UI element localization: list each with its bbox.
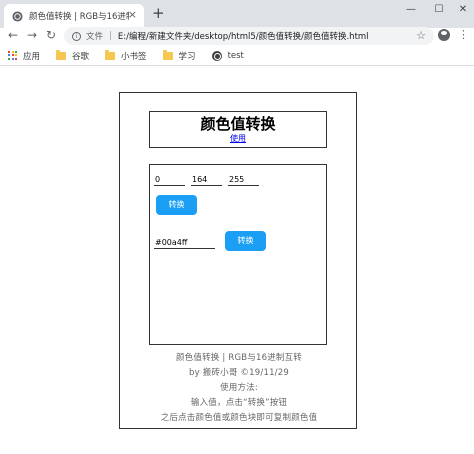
bookmark-folder-bookmarklets[interactable]: 小书签 bbox=[105, 49, 147, 62]
green-input[interactable] bbox=[191, 174, 222, 186]
converter-panel: 转换 转换 bbox=[149, 164, 327, 345]
bookmark-folder-study[interactable]: 学习 bbox=[162, 49, 196, 62]
bookmark-apps[interactable]: 应用 bbox=[8, 50, 40, 62]
apps-icon bbox=[8, 50, 18, 61]
footer-info: 颜色值转换 | RGB与16进制互转 by 搬砖小哥 ©19/11/29 使用方… bbox=[120, 351, 358, 426]
browser-tab-active[interactable]: 颜色值转换 | RGB与16进制互转 × bbox=[4, 4, 144, 28]
folder-icon bbox=[105, 49, 116, 60]
browser-toolbar: ← → ↻ i 文件 | E:/编程/新建文件夹/desktop/html5/颜… bbox=[0, 27, 474, 46]
menu-icon[interactable]: ⋮ bbox=[458, 28, 469, 42]
globe-icon bbox=[12, 10, 23, 22]
header-box: 颜色值转换 使用 bbox=[149, 111, 327, 148]
folder-icon bbox=[56, 49, 67, 60]
file-label: 文件 bbox=[86, 32, 104, 42]
bookmark-label: 小书签 bbox=[121, 51, 147, 62]
url-text: E:/编程/新建文件夹/desktop/html5/颜色值转换/颜色值转换.ht… bbox=[117, 32, 369, 42]
folder-icon bbox=[162, 49, 173, 60]
info-icon[interactable]: i bbox=[72, 31, 81, 41]
footer-line: 输入值，点击“转换”按钮 bbox=[190, 398, 288, 408]
bookmarks-bar: 应用 谷歌 小书签 学习 test bbox=[0, 46, 474, 66]
footer-line: by 搬砖小哥 ©19/11/29 bbox=[189, 368, 289, 378]
new-tab-icon[interactable]: + bbox=[152, 5, 165, 21]
convert-hex-button[interactable]: 转换 bbox=[225, 231, 266, 251]
convert-rgb-button[interactable]: 转换 bbox=[156, 195, 197, 215]
red-input[interactable] bbox=[154, 174, 185, 186]
profile-icon[interactable] bbox=[438, 29, 450, 41]
footer-line: 使用方法: bbox=[220, 383, 258, 393]
app-container: 颜色值转换 使用 转换 转换 颜色值转换 | RGB与16进制互转 by 搬砖小… bbox=[119, 92, 357, 429]
tab-close-icon[interactable]: × bbox=[128, 9, 137, 21]
minimize-icon[interactable]: — bbox=[396, 0, 426, 18]
tab-title: 颜色值转换 | RGB与16进制互转 bbox=[29, 12, 129, 22]
forward-arrow-icon[interactable]: → bbox=[25, 28, 39, 44]
footer-line: 颜色值转换 | RGB与16进制互转 bbox=[175, 353, 302, 363]
globe-icon bbox=[211, 50, 222, 61]
tab-strip: 颜色值转换 | RGB与16进制互转 × + — ☐ ✕ bbox=[0, 0, 474, 28]
footer-line: 之后点击颜色值或颜色块即可复制颜色值 bbox=[160, 413, 318, 423]
bookmark-folder-google[interactable]: 谷歌 bbox=[56, 49, 90, 62]
usage-link[interactable]: 使用 bbox=[230, 134, 246, 144]
bookmark-test[interactable]: test bbox=[211, 50, 244, 61]
page-title: 颜色值转换 bbox=[200, 115, 276, 133]
close-window-icon[interactable]: ✕ bbox=[448, 0, 474, 18]
back-arrow-icon[interactable]: ← bbox=[6, 28, 20, 44]
address-bar[interactable]: i 文件 | E:/编程/新建文件夹/desktop/html5/颜色值转换/颜… bbox=[64, 27, 434, 45]
reload-icon[interactable]: ↻ bbox=[44, 28, 58, 44]
hex-input[interactable] bbox=[154, 237, 215, 249]
bookmark-label: test bbox=[227, 50, 244, 61]
page-viewport: 颜色值转换 使用 转换 转换 颜色值转换 | RGB与16进制互转 by 搬砖小… bbox=[0, 67, 474, 454]
bookmark-label: 学习 bbox=[178, 51, 196, 62]
bookmark-label: 谷歌 bbox=[72, 51, 90, 62]
bookmark-label: 应用 bbox=[23, 51, 41, 62]
star-icon[interactable]: ☆ bbox=[416, 29, 426, 42]
blue-input[interactable] bbox=[228, 174, 259, 186]
address-separator: | bbox=[109, 31, 112, 41]
